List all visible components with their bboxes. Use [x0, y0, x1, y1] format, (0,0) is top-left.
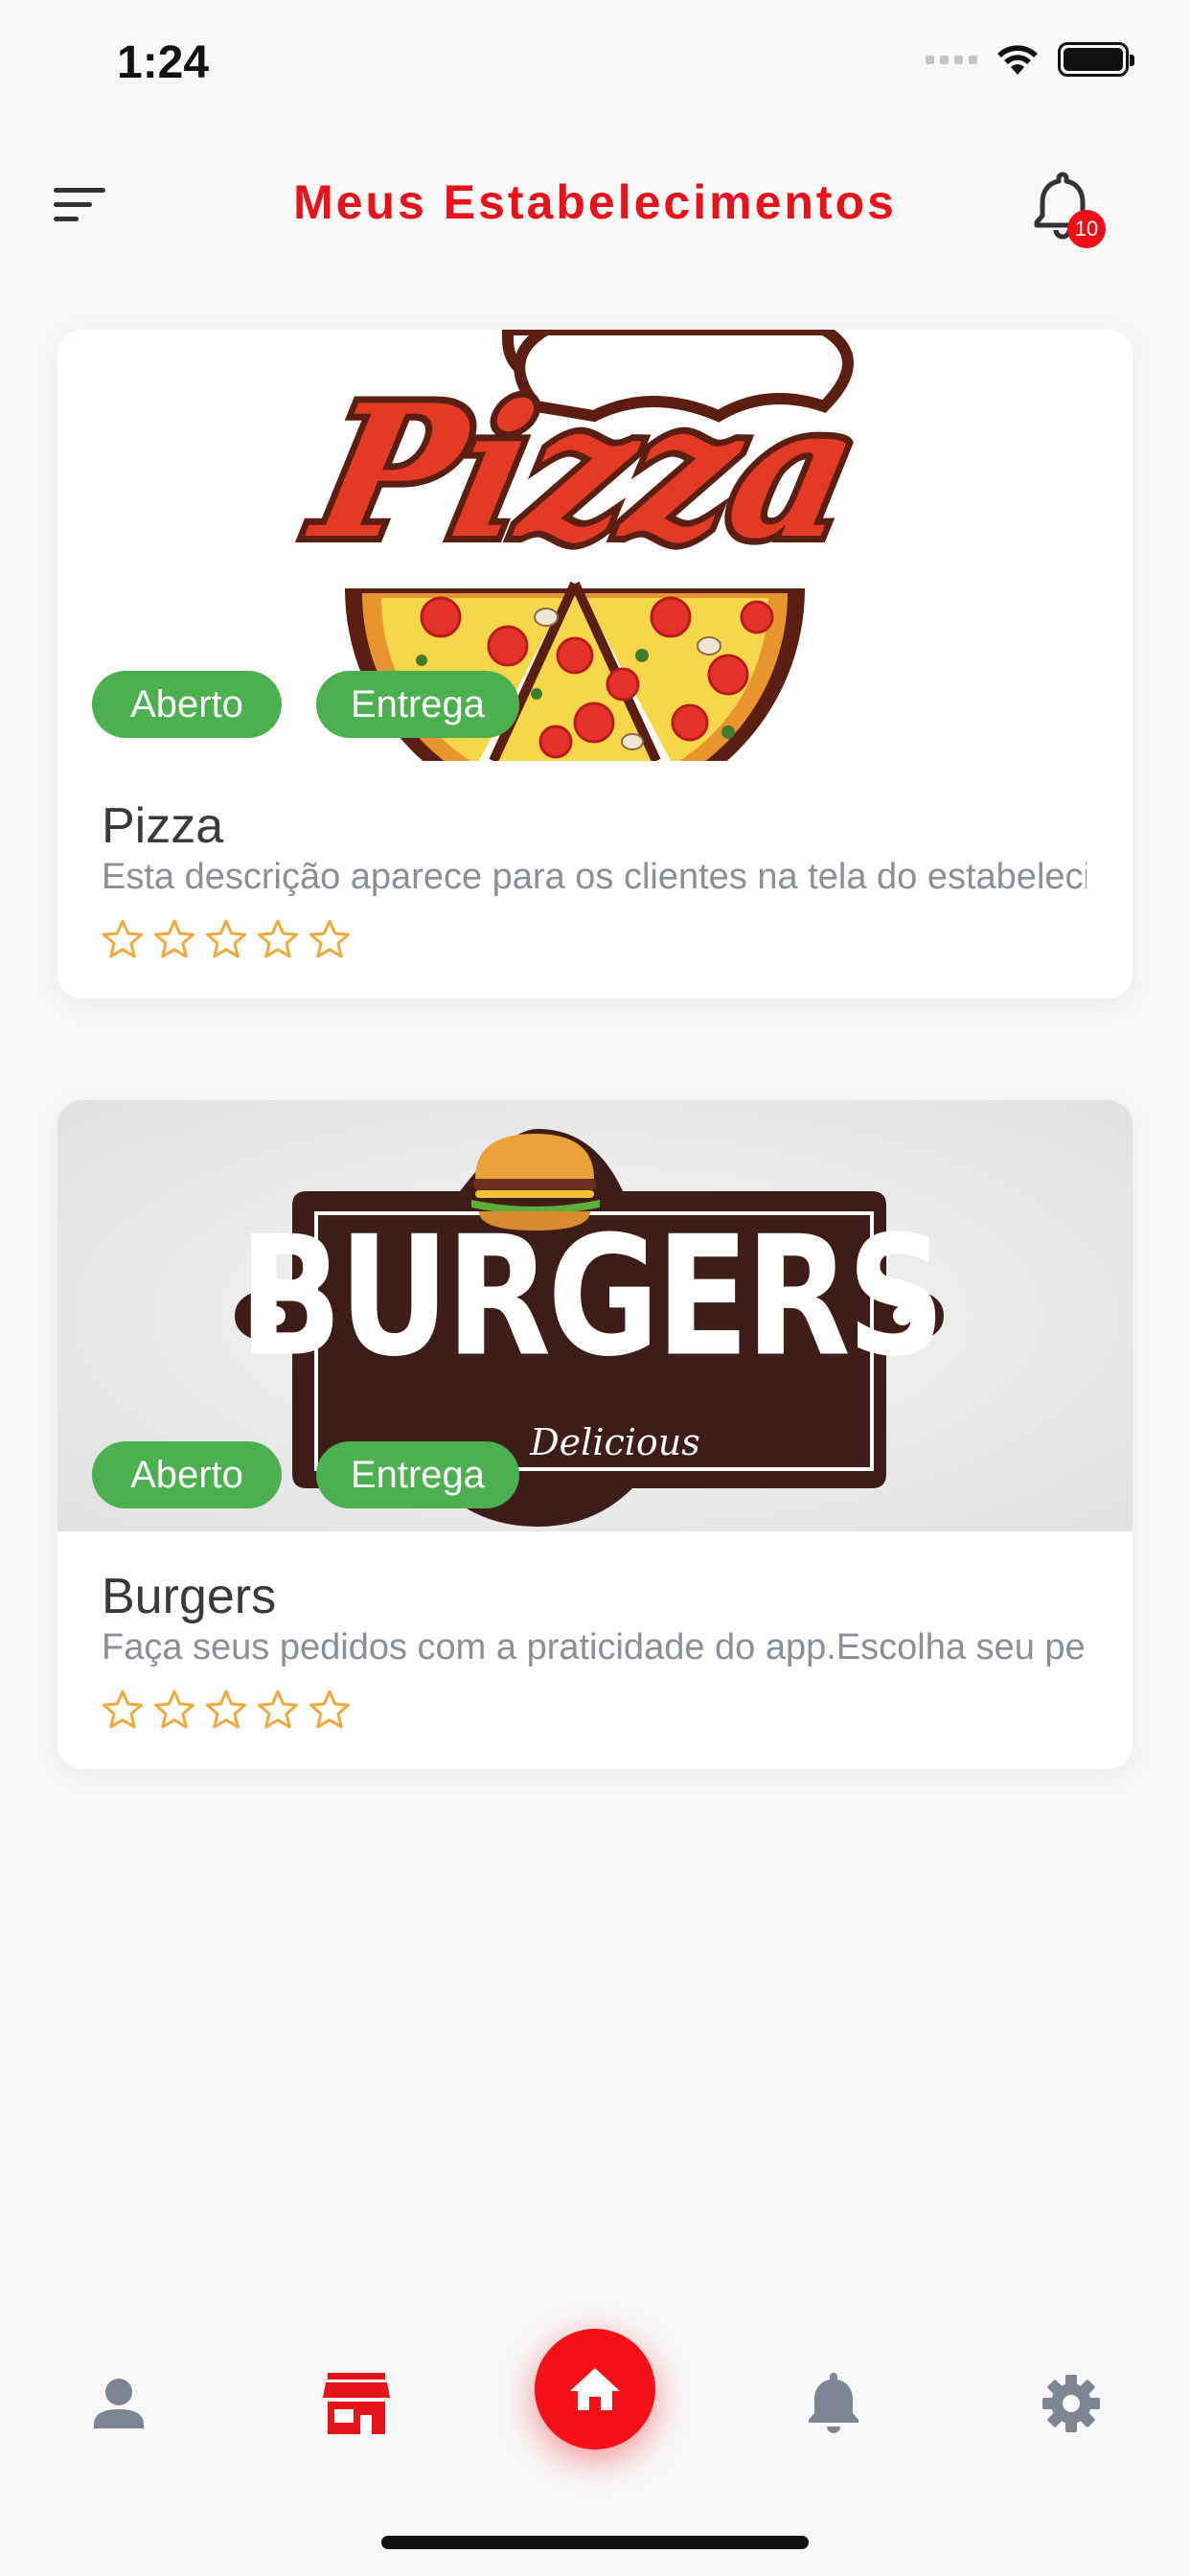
establishment-banner: BURGERS Delicious Aberto Entrega	[57, 1100, 1133, 1531]
gear-icon	[1042, 2375, 1100, 2432]
nav-establishments[interactable]	[318, 2365, 395, 2442]
establishment-name: Burgers	[102, 1569, 277, 1624]
establishment-name: Pizza	[102, 798, 224, 854]
star-icon[interactable]	[309, 918, 351, 960]
store-icon	[323, 2373, 390, 2434]
status-tag-delivery: Entrega	[316, 671, 519, 738]
status-tag-open: Aberto	[92, 671, 282, 738]
star-icon[interactable]	[102, 1689, 144, 1731]
battery-icon	[1058, 42, 1134, 77]
star-icon[interactable]	[153, 1689, 195, 1731]
status-tag-open: Aberto	[92, 1441, 282, 1508]
status-icons	[926, 42, 1134, 77]
header: Meus Estabelecimentos 10	[0, 153, 1190, 259]
rating-stars	[102, 918, 351, 960]
status-time: 1:24	[117, 37, 210, 88]
nav-notifications[interactable]	[795, 2365, 872, 2442]
establishment-description: Esta descrição aparece para os clientes …	[102, 857, 1087, 897]
wifi-icon	[997, 45, 1038, 75]
pizza-logo-text: Pizza	[295, 366, 876, 580]
home-icon	[570, 2368, 620, 2410]
establishment-description: Faça seus pedidos com a praticidade do a…	[102, 1627, 1087, 1668]
status-bar: 1:24	[0, 0, 1190, 129]
star-icon[interactable]	[102, 918, 144, 960]
bell-icon	[809, 2373, 858, 2433]
home-indicator[interactable]	[381, 2536, 809, 2549]
burgers-logo-subtext: Delicious	[529, 1421, 700, 1463]
nav-profile[interactable]	[80, 2365, 157, 2442]
nav-home-button[interactable]	[535, 2329, 655, 2450]
bottom-navigation	[0, 2319, 1190, 2511]
star-icon[interactable]	[309, 1689, 351, 1731]
establishment-card[interactable]: Pizza Aberto Entrega Pizza Esta descriçã…	[57, 330, 1133, 999]
star-icon[interactable]	[205, 918, 247, 960]
star-icon[interactable]	[205, 1689, 247, 1731]
cellular-signal-icon	[926, 55, 977, 64]
rating-stars	[102, 1689, 351, 1731]
notification-count-badge: 10	[1067, 210, 1106, 248]
burgers-logo-text: BURGERS	[239, 1201, 942, 1393]
establishment-banner: Pizza Aberto Entrega	[57, 330, 1133, 761]
notifications-button[interactable]: 10	[1029, 169, 1115, 255]
nav-settings[interactable]	[1033, 2365, 1110, 2442]
page-title: Meus Estabelecimentos	[293, 175, 897, 229]
establishment-card[interactable]: BURGERS Delicious Aberto Entrega Burgers…	[57, 1100, 1133, 1769]
star-icon[interactable]	[257, 1689, 299, 1731]
star-icon[interactable]	[153, 918, 195, 960]
status-tag-delivery: Entrega	[316, 1441, 519, 1508]
star-icon[interactable]	[257, 918, 299, 960]
person-icon	[94, 2379, 144, 2428]
